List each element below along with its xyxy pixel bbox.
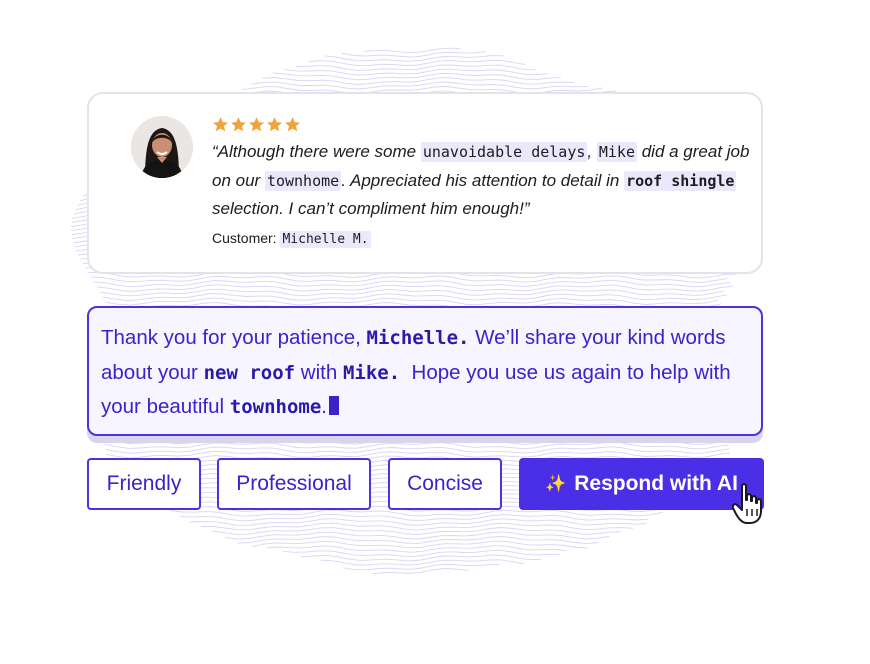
- review-quote: “Although there were some unavoidable de…: [212, 142, 750, 218]
- customer-label: Customer:: [212, 230, 277, 246]
- wavy-line: [324, 55, 505, 62]
- star-icon: [285, 117, 300, 132]
- respond-with-ai-button[interactable]: ✨ Respond with AI: [519, 458, 764, 510]
- review-card: “Although there were some unavoidable de…: [87, 92, 763, 274]
- response-text[interactable]: Thank you for your patience, Michelle. W…: [101, 321, 751, 425]
- highlight-property: townhome: [264, 170, 342, 191]
- concise-tone-button[interactable]: Concise: [388, 458, 502, 510]
- sparkle-icon: ✨: [545, 474, 567, 493]
- wavy-line: [201, 522, 634, 531]
- wavy-line: [104, 437, 729, 445]
- wavy-line: [262, 77, 575, 85]
- customer-name: Michelle M.: [280, 231, 371, 248]
- highlight-name: Mike: [596, 142, 637, 162]
- star-icon: [267, 117, 282, 132]
- wavy-line: [105, 450, 730, 459]
- text-cursor: [329, 396, 339, 415]
- wavy-line: [238, 536, 599, 545]
- star-icon: [231, 117, 246, 132]
- avatar: [131, 116, 193, 178]
- wavy-line: [212, 527, 621, 535]
- wavy-line: [100, 288, 725, 297]
- star-icon: [213, 117, 228, 132]
- highlight-delays: unavoidable delays: [420, 142, 588, 162]
- respond-with-ai-label: Respond with AI: [574, 472, 738, 495]
- wavy-line: [102, 293, 728, 301]
- star-rating: [212, 116, 301, 133]
- wavy-line: [225, 531, 610, 540]
- wavy-line: [284, 68, 549, 76]
- response-textbox[interactable]: Thank you for your patience, Michelle. W…: [87, 306, 763, 436]
- wavy-line: [104, 446, 729, 454]
- customer-line: Customer: Michelle M.: [212, 230, 371, 248]
- star-icon: [249, 117, 264, 132]
- wavy-line: [372, 568, 470, 575]
- wavy-line: [252, 540, 589, 549]
- hand-pointer-icon: [731, 483, 762, 524]
- wavy-line: [94, 279, 731, 288]
- wavy-line: [320, 559, 525, 566]
- friendly-tone-button[interactable]: Friendly: [87, 458, 201, 510]
- wavy-line: [296, 64, 537, 71]
- wavy-line: [272, 72, 561, 81]
- highlight-shingle: roof shingle: [624, 170, 737, 191]
- wavy-line: [97, 284, 734, 292]
- professional-tone-button[interactable]: Professional: [217, 458, 371, 510]
- wavy-line: [251, 81, 588, 90]
- wavy-line: [104, 441, 729, 450]
